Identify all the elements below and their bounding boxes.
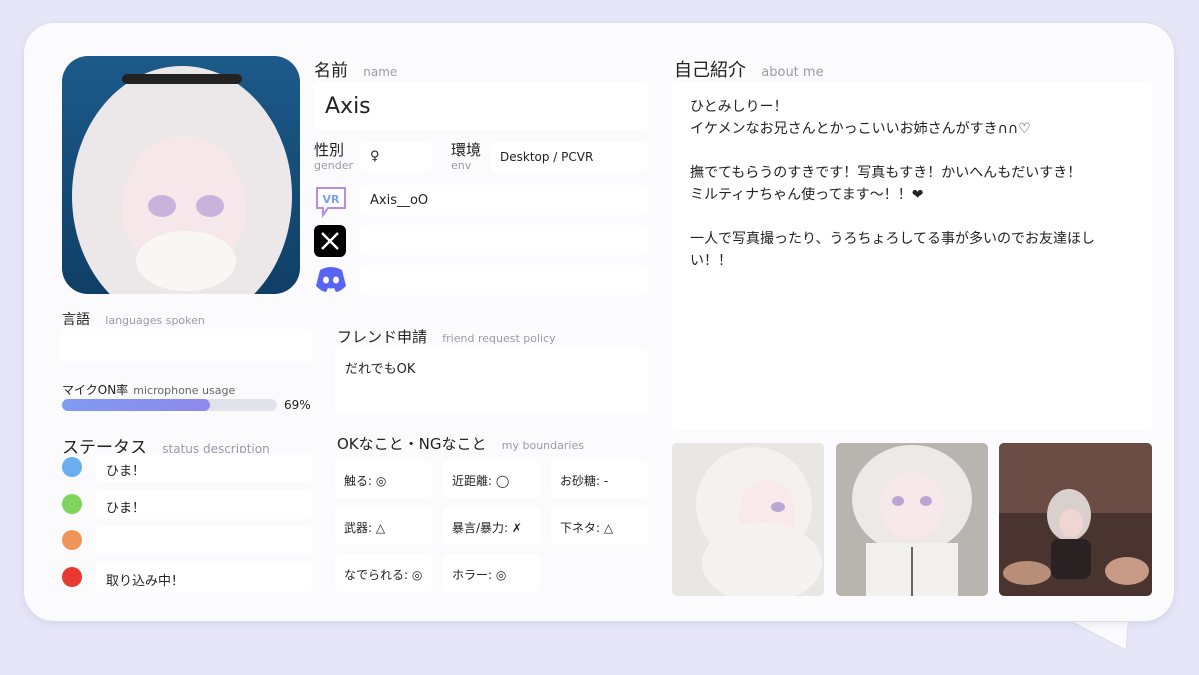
vrchat-field[interactable]: Axis__oO xyxy=(360,185,648,215)
gender-value: ♀ xyxy=(370,149,380,164)
gender-field: ♀ xyxy=(360,142,432,172)
status-field: ひま！ xyxy=(96,489,312,519)
status-dot xyxy=(62,566,82,587)
boundary-text: 武器: △ xyxy=(344,521,386,535)
boundary-text: 暴言/暴力: ✗ xyxy=(452,521,522,535)
friend-value: だれでもOK xyxy=(345,362,416,377)
boundary-text: なでられる: ◎ xyxy=(344,568,423,582)
vrchat-icon: VR xyxy=(314,184,348,219)
env-field: Desktop / PCVR xyxy=(491,142,648,172)
env-label: 環境 env xyxy=(451,141,482,173)
status-dot xyxy=(62,530,82,550)
boundary-text: 近距離: ◯ xyxy=(452,474,510,488)
discord-icon xyxy=(314,264,348,298)
mic-usage-fill xyxy=(62,399,211,411)
x-icon xyxy=(314,225,348,259)
avatar-image xyxy=(62,56,300,294)
boundary-item: 触る: ◎ xyxy=(335,460,432,498)
boundary-item: 近距離: ◯ xyxy=(443,460,540,498)
friend-field: だれでもOK xyxy=(335,348,648,413)
status-text: ひま！ xyxy=(106,464,146,479)
photo-1 xyxy=(672,443,824,596)
boundary-text: 下ネタ: △ xyxy=(560,521,614,535)
gender-label: 性別 gender xyxy=(314,141,353,173)
photo-3 xyxy=(999,443,1152,596)
boundary-item: なでられる: ◎ xyxy=(335,554,432,592)
friend-label: フレンド申請 friend request policy xyxy=(337,328,556,346)
boundary-item: 下ネタ: △ xyxy=(551,507,648,545)
status-field: ひま！ xyxy=(96,453,312,482)
status-field: 取り込み中！ xyxy=(96,562,312,592)
status-field xyxy=(96,526,312,555)
status-text: 取り込み中！ xyxy=(106,573,185,589)
discord-field[interactable] xyxy=(360,265,648,295)
about-label: 自己紹介 about me xyxy=(674,60,824,81)
mic-usage-bar xyxy=(62,399,277,411)
status-dot xyxy=(62,457,82,477)
photo-2 xyxy=(836,443,988,596)
boundary-item: 暴言/暴力: ✗ xyxy=(443,507,540,545)
boundary-item: 武器: △ xyxy=(335,507,432,545)
name-label: 名前 name xyxy=(314,61,398,81)
status-text: ひま！ xyxy=(106,500,146,516)
mic-percent: 69% xyxy=(284,398,311,412)
boundary-item: ホラー: ◎ xyxy=(443,554,540,592)
vrchat-value: Axis__oO xyxy=(370,193,429,208)
name-value: Axis xyxy=(325,94,371,119)
x-field[interactable] xyxy=(360,225,648,255)
boundary-item: お砂糖: - xyxy=(551,460,648,498)
boundaries-label: OKなこと・NGなこと my boundaries xyxy=(337,435,584,453)
boundary-text: お砂糖: - xyxy=(560,474,609,488)
languages-field xyxy=(60,329,312,363)
svg-text:VR: VR xyxy=(323,193,341,206)
boundary-text: ホラー: ◎ xyxy=(452,568,507,582)
about-text: ひとみしりー！ イケメンなお兄さんとかっこいいお姉さんがすき∩∩♡ 撫でてもらう… xyxy=(690,99,1096,269)
languages-label: 言語 languages spoken xyxy=(62,312,205,328)
mic-label: マイクON率 microphone usage xyxy=(62,383,236,397)
boundary-text: 触る: ◎ xyxy=(344,474,387,488)
name-field: Axis xyxy=(313,82,648,130)
env-value: Desktop / PCVR xyxy=(500,150,594,164)
status-dot xyxy=(62,493,82,514)
